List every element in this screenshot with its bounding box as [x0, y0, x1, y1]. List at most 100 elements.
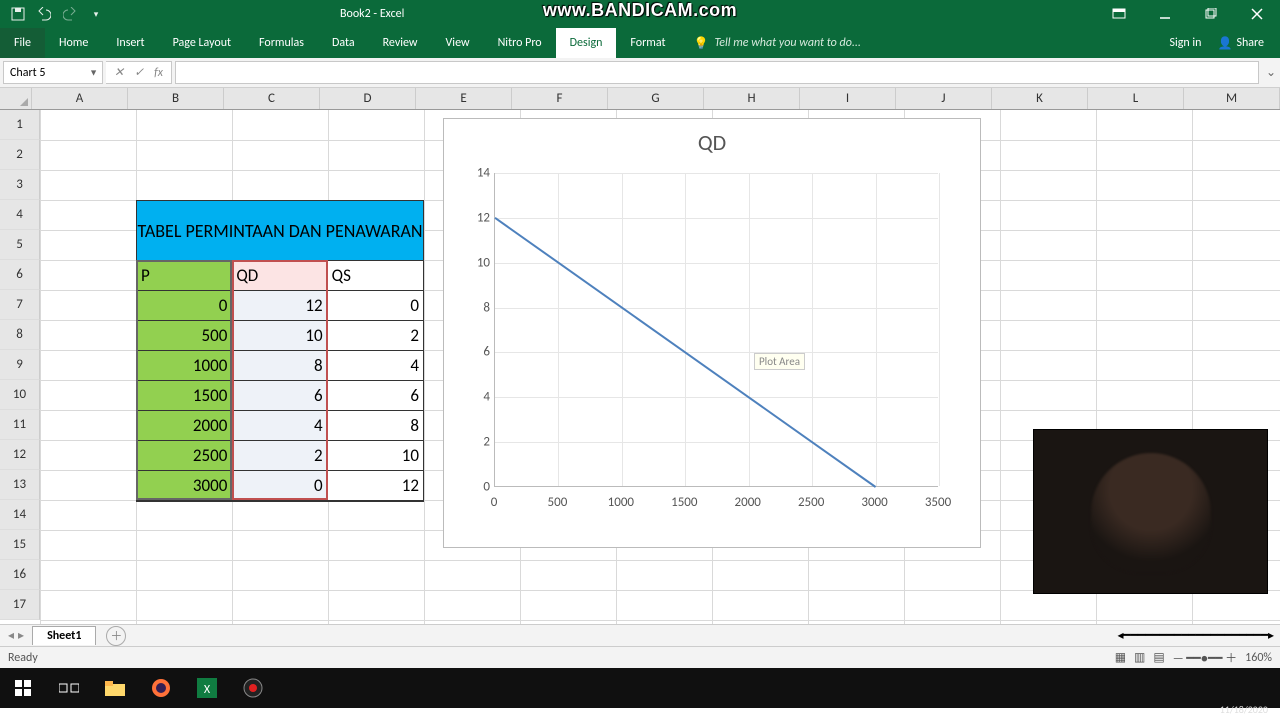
row-header-4[interactable]: 4	[0, 200, 40, 230]
column-header-I[interactable]: I	[800, 88, 896, 109]
minimize-icon[interactable]	[1142, 0, 1188, 28]
zoom-level[interactable]: 160%	[1245, 651, 1272, 665]
view-page-icon[interactable]: ▥	[1134, 650, 1145, 665]
row-header-16[interactable]: 16	[0, 560, 40, 590]
tab-nitro-pro[interactable]: Nitro Pro	[484, 28, 556, 58]
table-cell-qd[interactable]: 0	[232, 471, 327, 501]
table-cell-p[interactable]: 2500	[137, 441, 232, 471]
table-cell-qs[interactable]: 10	[328, 441, 423, 471]
row-header-7[interactable]: 7	[0, 290, 40, 320]
start-icon[interactable]	[6, 673, 40, 703]
table-cell-qd[interactable]: 10	[232, 321, 327, 351]
sheet-tab-active[interactable]: Sheet1	[32, 626, 96, 645]
row-header-3[interactable]: 3	[0, 170, 40, 200]
view-break-icon[interactable]: ▤	[1153, 650, 1164, 665]
column-header-L[interactable]: L	[1088, 88, 1184, 109]
horizontal-scrollbar[interactable]: ◂━━━━━━━━━━━━━━━━━━━━▸	[126, 628, 1280, 643]
column-header-J[interactable]: J	[896, 88, 992, 109]
cancel-icon[interactable]: ✕	[114, 65, 124, 80]
row-header-1[interactable]: 1	[0, 110, 40, 140]
row-header-10[interactable]: 10	[0, 380, 40, 410]
close-icon[interactable]	[1234, 0, 1280, 28]
sign-in-link[interactable]: Sign in	[1169, 36, 1201, 50]
table-cell-qd[interactable]: 4	[232, 411, 327, 441]
column-header-H[interactable]: H	[704, 88, 800, 109]
tab-data[interactable]: Data	[318, 28, 369, 58]
share-button[interactable]: 👤 Share	[1211, 36, 1270, 51]
select-all-triangle[interactable]	[0, 88, 32, 109]
firefox-icon[interactable]	[144, 673, 178, 703]
view-normal-icon[interactable]: ▦	[1115, 650, 1126, 665]
system-tray[interactable]: 11/18/2020	[1220, 704, 1268, 716]
table-cell-p[interactable]: 1500	[137, 381, 232, 411]
column-header-E[interactable]: E	[416, 88, 512, 109]
worksheet-grid[interactable]: ABCDEFGHIJKLM 1234567891011121314151617 …	[0, 88, 1280, 624]
column-header-F[interactable]: F	[512, 88, 608, 109]
excel-icon[interactable]: X	[190, 673, 224, 703]
row-header-8[interactable]: 8	[0, 320, 40, 350]
row-header-6[interactable]: 6	[0, 260, 40, 290]
fx-icon[interactable]: fx	[154, 66, 163, 80]
tab-design[interactable]: Design	[556, 28, 617, 58]
taskview-icon[interactable]	[52, 673, 86, 703]
table-cell-p[interactable]: 1000	[137, 351, 232, 381]
tab-insert[interactable]: Insert	[102, 28, 158, 58]
column-header-G[interactable]: G	[608, 88, 704, 109]
table-cell-p[interactable]: 2000	[137, 411, 232, 441]
table-cell-qd[interactable]: 12	[232, 291, 327, 321]
table-cell-p[interactable]: 500	[137, 321, 232, 351]
table-cell-qs[interactable]: 0	[328, 291, 423, 321]
table-cell-qd[interactable]: 8	[232, 351, 327, 381]
table-cell-qs[interactable]: 8	[328, 411, 423, 441]
tell-me[interactable]: 💡 Tell me what you want to do...	[694, 28, 861, 58]
zoom-slider[interactable]: — ━━●━━ ＋	[1173, 649, 1237, 666]
row-header-14[interactable]: 14	[0, 500, 40, 530]
save-icon[interactable]	[10, 6, 26, 22]
chart-plot-area[interactable]	[494, 173, 938, 487]
tab-format[interactable]: Format	[616, 28, 679, 58]
row-header-5[interactable]: 5	[0, 230, 40, 260]
column-header-C[interactable]: C	[224, 88, 320, 109]
column-header-B[interactable]: B	[128, 88, 224, 109]
column-header-K[interactable]: K	[992, 88, 1088, 109]
column-header-D[interactable]: D	[320, 88, 416, 109]
tab-formulas[interactable]: Formulas	[245, 28, 318, 58]
add-sheet-button[interactable]: ＋	[106, 626, 126, 646]
row-header-2[interactable]: 2	[0, 140, 40, 170]
tab-view[interactable]: View	[432, 28, 484, 58]
formula-bar-expand-icon[interactable]: ⌄	[1262, 58, 1280, 87]
chart-title[interactable]: QD	[444, 119, 980, 162]
table-cell-qs[interactable]: 4	[328, 351, 423, 381]
tab-page-layout[interactable]: Page Layout	[159, 28, 245, 58]
redo-icon[interactable]	[62, 6, 78, 22]
name-box[interactable]: Chart 5 ▼	[3, 61, 103, 84]
row-header-15[interactable]: 15	[0, 530, 40, 560]
maximize-icon[interactable]	[1188, 0, 1234, 28]
name-box-dropdown-icon[interactable]: ▼	[89, 67, 98, 78]
row-header-12[interactable]: 12	[0, 440, 40, 470]
file-explorer-icon[interactable]	[98, 673, 132, 703]
embedded-chart[interactable]: QD 02468101214 0500100015002000250030003…	[443, 118, 981, 548]
undo-icon[interactable]	[36, 6, 52, 22]
column-header-M[interactable]: M	[1184, 88, 1280, 109]
row-header-13[interactable]: 13	[0, 470, 40, 500]
row-header-9[interactable]: 9	[0, 350, 40, 380]
ribbon-options-icon[interactable]	[1096, 0, 1142, 28]
table-cell-p[interactable]: 3000	[137, 471, 232, 501]
row-header-17[interactable]: 17	[0, 590, 40, 620]
row-header-11[interactable]: 11	[0, 410, 40, 440]
table-cell-qd[interactable]: 2	[232, 441, 327, 471]
tab-review[interactable]: Review	[369, 28, 432, 58]
enter-icon[interactable]: ✓	[134, 65, 144, 80]
table-cell-qs[interactable]: 12	[328, 471, 423, 501]
table-cell-qs[interactable]: 2	[328, 321, 423, 351]
tab-home[interactable]: Home	[45, 28, 102, 58]
column-header-A[interactable]: A	[32, 88, 128, 109]
table-cell-qs[interactable]: 6	[328, 381, 423, 411]
table-cell-qd[interactable]: 6	[232, 381, 327, 411]
table-cell-p[interactable]: 0	[137, 291, 232, 321]
qat-dropdown-icon[interactable]: ▾	[88, 6, 104, 22]
sheet-nav[interactable]: ◂▸	[0, 628, 32, 643]
formula-bar[interactable]	[175, 61, 1259, 84]
bandicam-record-icon[interactable]	[236, 673, 270, 703]
